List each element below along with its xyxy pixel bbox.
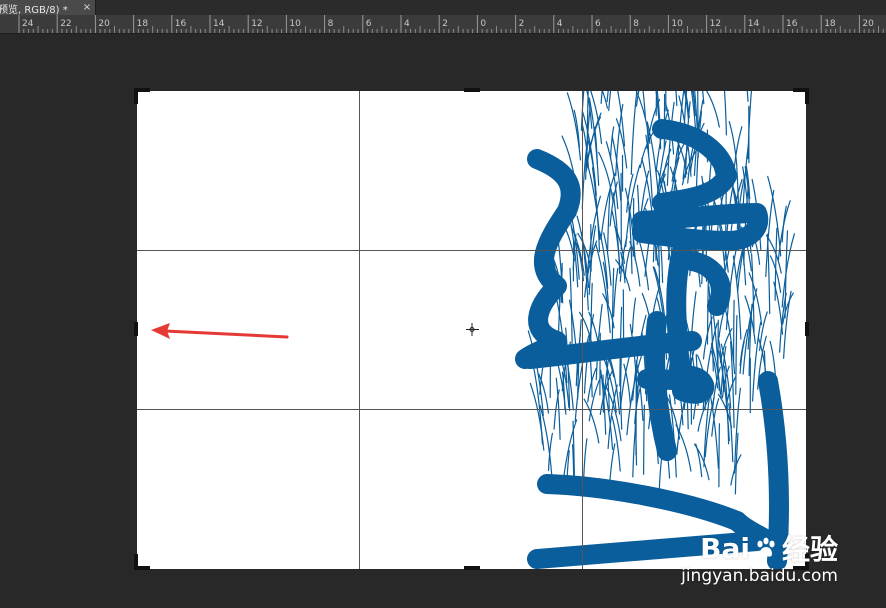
document-tab-title: 预览, RGB/8) * bbox=[0, 5, 68, 16]
grass-blade bbox=[767, 175, 782, 257]
grid-line-horizontal-1 bbox=[137, 250, 806, 251]
ruler-label: 18 bbox=[137, 19, 149, 29]
ruler-label: 10 bbox=[289, 19, 301, 29]
document-tab-bar: 预览, RGB/8) * × bbox=[0, 0, 886, 16]
ruler-label: 8 bbox=[328, 19, 334, 29]
ruler-label: 4 bbox=[404, 19, 410, 29]
grass-blade bbox=[733, 299, 735, 361]
document-tab[interactable]: 预览, RGB/8) * × bbox=[0, 0, 96, 16]
grass-blade bbox=[619, 357, 622, 406]
grass-blade bbox=[613, 267, 619, 317]
grass-blade bbox=[590, 282, 593, 347]
watermark-url: jingyan.baidu.com bbox=[681, 566, 838, 586]
baidu-watermark: Bai 经验 jingyan.baidu.com bbox=[681, 528, 838, 587]
grass-blade bbox=[631, 297, 637, 334]
grass-blade bbox=[626, 173, 634, 213]
ruler-label: 14 bbox=[213, 19, 225, 29]
ruler-label: 24 bbox=[22, 19, 34, 29]
ruler-label: 2 bbox=[442, 19, 448, 29]
brush-artwork bbox=[151, 91, 795, 569]
grass-blade bbox=[706, 91, 720, 128]
grid-line-vertical-1 bbox=[359, 91, 360, 569]
grass-blade bbox=[746, 91, 749, 102]
ruler-label: 6 bbox=[595, 19, 601, 29]
grass-blade bbox=[695, 443, 703, 478]
grass-blade bbox=[566, 92, 582, 161]
watermark-logo-right: 经验 bbox=[781, 533, 838, 566]
grass-blade bbox=[718, 423, 720, 488]
left-arrow-icon bbox=[151, 323, 289, 339]
grass-blade bbox=[723, 91, 727, 136]
grass-blade bbox=[781, 233, 795, 308]
ruler-label: 20 bbox=[862, 19, 874, 29]
ruler-label: 0 bbox=[480, 19, 486, 29]
paw-icon bbox=[757, 537, 775, 557]
grass-blade bbox=[583, 438, 588, 479]
ruler-label: 6 bbox=[366, 19, 372, 29]
ruler-label: 16 bbox=[786, 19, 798, 29]
ruler-label: 18 bbox=[824, 19, 836, 29]
ruler-label: 10 bbox=[671, 19, 683, 29]
grass-blade bbox=[569, 267, 573, 352]
grass-blade bbox=[675, 91, 678, 107]
grass-blade bbox=[747, 91, 753, 160]
ruler-label: 14 bbox=[748, 19, 760, 29]
ruler-label: 2 bbox=[519, 19, 525, 29]
grid-line-vertical-2 bbox=[582, 91, 583, 569]
watermark-logo-left: Bai bbox=[700, 531, 750, 565]
ruler-label: 12 bbox=[251, 19, 262, 29]
ruler-label: 22 bbox=[60, 19, 71, 29]
grass-blade bbox=[643, 404, 645, 475]
close-icon[interactable]: × bbox=[81, 0, 93, 15]
horizontal-ruler[interactable]: 24 22 20 18 16 14 12 10 8 6 4 2 0 2 4 6 8 10 12 14 16 18 20 bbox=[0, 15, 886, 34]
ruler-label: 4 bbox=[557, 19, 563, 29]
ruler-label: 12 bbox=[710, 19, 721, 29]
grid-line-horizontal-2 bbox=[137, 409, 806, 410]
grass-blade bbox=[630, 91, 638, 175]
ruler-label: 20 bbox=[98, 19, 110, 29]
grass-blade bbox=[623, 363, 632, 407]
watermark-logo: Bai 经验 bbox=[681, 528, 838, 568]
grass-blade bbox=[611, 415, 621, 472]
grass-blade bbox=[632, 425, 637, 478]
document-canvas[interactable] bbox=[137, 91, 806, 569]
grass-blade bbox=[594, 126, 598, 164]
grass-blade bbox=[632, 198, 635, 257]
grass-blade bbox=[765, 189, 775, 278]
grass-blade bbox=[735, 315, 738, 395]
grass-blade bbox=[624, 247, 631, 279]
ruler-ticks: 24 22 20 18 16 14 12 10 8 6 4 2 0 2 4 6 8 10 12 14 16 18 20 bbox=[18, 15, 884, 33]
ruler-label: 16 bbox=[175, 19, 187, 29]
ruler-label: 8 bbox=[633, 19, 639, 29]
crosshair-icon bbox=[466, 323, 479, 336]
grass-blade bbox=[581, 135, 589, 209]
